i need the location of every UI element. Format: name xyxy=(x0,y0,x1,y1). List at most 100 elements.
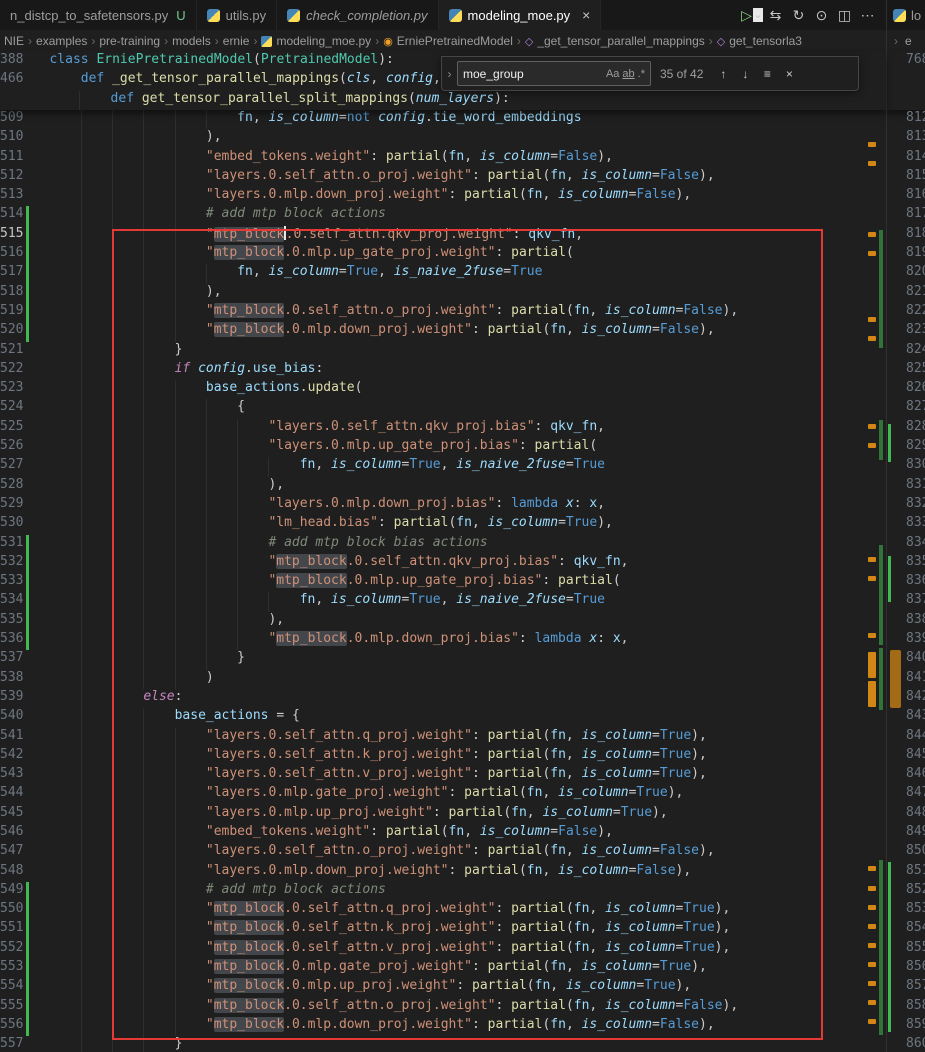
split-editor-icon[interactable]: ◫ xyxy=(834,7,855,24)
code-line-512[interactable]: 512"layers.0.self_attn.o_proj.weight": p… xyxy=(0,168,886,187)
code-line-543[interactable]: 543"layers.0.self_attn.v_proj.weight": p… xyxy=(0,766,886,785)
find-next-button[interactable]: ↓ xyxy=(734,63,756,85)
toggle-replace-button[interactable]: › xyxy=(442,57,457,90)
compare-changes-icon[interactable]: ⇆ xyxy=(765,7,786,24)
line-number[interactable]: 536 xyxy=(0,631,23,650)
breadcrumb-item-ErniePretrainedModel[interactable]: ◉ErniePretrainedModel xyxy=(383,34,513,48)
line-number[interactable]: 542 xyxy=(0,747,23,766)
code-line-518[interactable]: 518), xyxy=(0,284,886,303)
line-number[interactable]: 523 xyxy=(0,380,23,399)
code-line-515[interactable]: 515"mtp_block.0.self_attn.qkv_proj.weigh… xyxy=(0,226,886,245)
line-number[interactable]: 520 xyxy=(0,322,23,341)
code-line-524[interactable]: 524{ xyxy=(0,399,886,418)
breadcrumb-item-models[interactable]: models xyxy=(172,34,211,48)
line-number[interactable]: 526 xyxy=(0,438,23,457)
code-line-557[interactable]: 557} xyxy=(0,1036,886,1052)
breadcrumb-item-ernie[interactable]: ernie xyxy=(223,34,250,48)
code-editor[interactable]: 509fn, is_column=not config.tie_word_emb… xyxy=(0,110,886,1052)
code-line-516[interactable]: 516"mtp_block.0.mlp.up_gate_proj.weight"… xyxy=(0,245,886,264)
regex-button[interactable]: .* xyxy=(638,68,645,80)
code-line-553[interactable]: 553"mtp_block.0.mlp.gate_proj.weight": p… xyxy=(0,959,886,978)
code-line-546[interactable]: 546"embed_tokens.weight": partial(fn, is… xyxy=(0,824,886,843)
sync-icon[interactable]: ↻ xyxy=(788,7,809,24)
line-number[interactable]: 509 xyxy=(0,110,23,129)
code-line-545[interactable]: 545"layers.0.mlp.up_proj.weight": partia… xyxy=(0,805,886,824)
line-number[interactable]: 535 xyxy=(0,612,23,631)
line-number[interactable]: 546 xyxy=(0,824,23,843)
code-line-517[interactable]: 517fn, is_column=True, is_naive_2fuse=Tr… xyxy=(0,264,886,283)
line-number[interactable]: 514 xyxy=(0,206,23,225)
breadcrumb-item-modeling_moe.py[interactable]: modeling_moe.py xyxy=(261,34,371,48)
line-number[interactable]: 540 xyxy=(0,708,23,727)
line-number[interactable]: 556 xyxy=(0,1017,23,1036)
line-number[interactable]: 525 xyxy=(0,419,23,438)
close-icon[interactable]: × xyxy=(582,7,590,23)
line-number[interactable]: 466 xyxy=(0,71,23,90)
line-number[interactable]: 524 xyxy=(0,399,23,418)
line-number[interactable]: 555 xyxy=(0,998,23,1017)
line-number[interactable]: 515 xyxy=(0,226,23,245)
line-number[interactable]: 532 xyxy=(0,554,23,573)
code-line-542[interactable]: 542"layers.0.self_attn.k_proj.weight": p… xyxy=(0,747,886,766)
code-line-551[interactable]: 551"mtp_block.0.self_attn.k_proj.weight"… xyxy=(0,920,886,939)
line-number[interactable]: 549 xyxy=(0,882,23,901)
breadcrumb-item-examples[interactable]: examples xyxy=(36,34,87,48)
code-line-522[interactable]: 522if config.use_bias: xyxy=(0,361,886,380)
line-number[interactable]: 545 xyxy=(0,805,23,824)
line-number[interactable]: 521 xyxy=(0,342,23,361)
overview-ruler[interactable] xyxy=(864,0,886,1052)
breadcrumb-item-NIE[interactable]: NIE xyxy=(4,34,24,48)
code-line-533[interactable]: 533"mtp_block.0.mlp.up_gate_proj.bias": … xyxy=(0,573,886,592)
line-number[interactable]: 519 xyxy=(0,303,23,322)
code-line-547[interactable]: 547"layers.0.self_attn.o_proj.weight": p… xyxy=(0,843,886,862)
find-previous-button[interactable]: ↑ xyxy=(712,63,734,85)
line-number[interactable]: 528 xyxy=(0,477,23,496)
code-line-544[interactable]: 544"layers.0.mlp.gate_proj.weight": part… xyxy=(0,785,886,804)
code-line-552[interactable]: 552"mtp_block.0.self_attn.v_proj.weight"… xyxy=(0,940,886,959)
code-line-514[interactable]: 514# add mtp block actions xyxy=(0,206,886,225)
match-case-button[interactable]: Aa xyxy=(606,68,619,80)
line-number[interactable]: 539 xyxy=(0,689,23,708)
line-number[interactable]: 554 xyxy=(0,978,23,997)
run-dropdown-icon[interactable]: ⌄ xyxy=(753,8,763,22)
line-number[interactable]: 537 xyxy=(0,650,23,669)
tab-check_completion.py[interactable]: check_completion.py xyxy=(277,0,438,30)
code-line[interactable]: def get_tensor_parallel_split_mappings(n… xyxy=(0,91,886,110)
whole-word-button[interactable]: ab xyxy=(622,68,634,80)
line-number[interactable]: 388 xyxy=(0,52,23,71)
code-line-519[interactable]: 519"mtp_block.0.self_attn.o_proj.weight"… xyxy=(0,303,886,322)
line-number[interactable]: 550 xyxy=(0,901,23,920)
code-line-530[interactable]: 530"lm_head.bias": partial(fn, is_column… xyxy=(0,515,886,534)
code-line-554[interactable]: 554"mtp_block.0.mlp.up_proj.weight": par… xyxy=(0,978,886,997)
close-find-button[interactable]: × xyxy=(778,63,800,85)
tab-utils.py[interactable]: utils.py xyxy=(197,0,277,30)
line-number[interactable]: 551 xyxy=(0,920,23,939)
line-number[interactable]: 553 xyxy=(0,959,23,978)
line-number[interactable]: 518 xyxy=(0,284,23,303)
line-number[interactable]: 511 xyxy=(0,149,23,168)
code-line-509[interactable]: 509fn, is_column=not config.tie_word_emb… xyxy=(0,110,886,129)
code-line-521[interactable]: 521} xyxy=(0,342,886,361)
line-number[interactable]: 512 xyxy=(0,168,23,187)
line-number[interactable]: 538 xyxy=(0,670,23,689)
line-number[interactable]: 513 xyxy=(0,187,23,206)
code-line-510[interactable]: 510), xyxy=(0,129,886,148)
code-line-539[interactable]: 539else: xyxy=(0,689,886,708)
line-number[interactable]: 557 xyxy=(0,1036,23,1052)
line-number[interactable]: 530 xyxy=(0,515,23,534)
tab-n_distcp_to_safetensors.py[interactable]: n_distcp_to_safetensors.pyU xyxy=(0,0,197,30)
code-line-556[interactable]: 556"mtp_block.0.mlp.down_proj.weight": p… xyxy=(0,1017,886,1036)
right-editor-group[interactable]: lo › e 768 81281381481581681781881982082… xyxy=(886,0,925,1052)
breadcrumb-item-get_tensorla3[interactable]: ◇get_tensorla3 xyxy=(717,34,802,48)
line-number[interactable]: 529 xyxy=(0,496,23,515)
tab-modeling_moe.py[interactable]: modeling_moe.py× xyxy=(439,0,602,30)
code-line-511[interactable]: 511"embed_tokens.weight": partial(fn, is… xyxy=(0,149,886,168)
line-number[interactable]: 510 xyxy=(0,129,23,148)
line-number[interactable]: 527 xyxy=(0,457,23,476)
find-input[interactable]: moe_group Aa ab .* xyxy=(457,61,651,86)
find-query-text[interactable]: moe_group xyxy=(463,67,603,81)
line-number[interactable]: 533 xyxy=(0,573,23,592)
code-line-528[interactable]: 528), xyxy=(0,477,886,496)
line-number[interactable]: 517 xyxy=(0,264,23,283)
code-line-540[interactable]: 540base_actions = { xyxy=(0,708,886,727)
